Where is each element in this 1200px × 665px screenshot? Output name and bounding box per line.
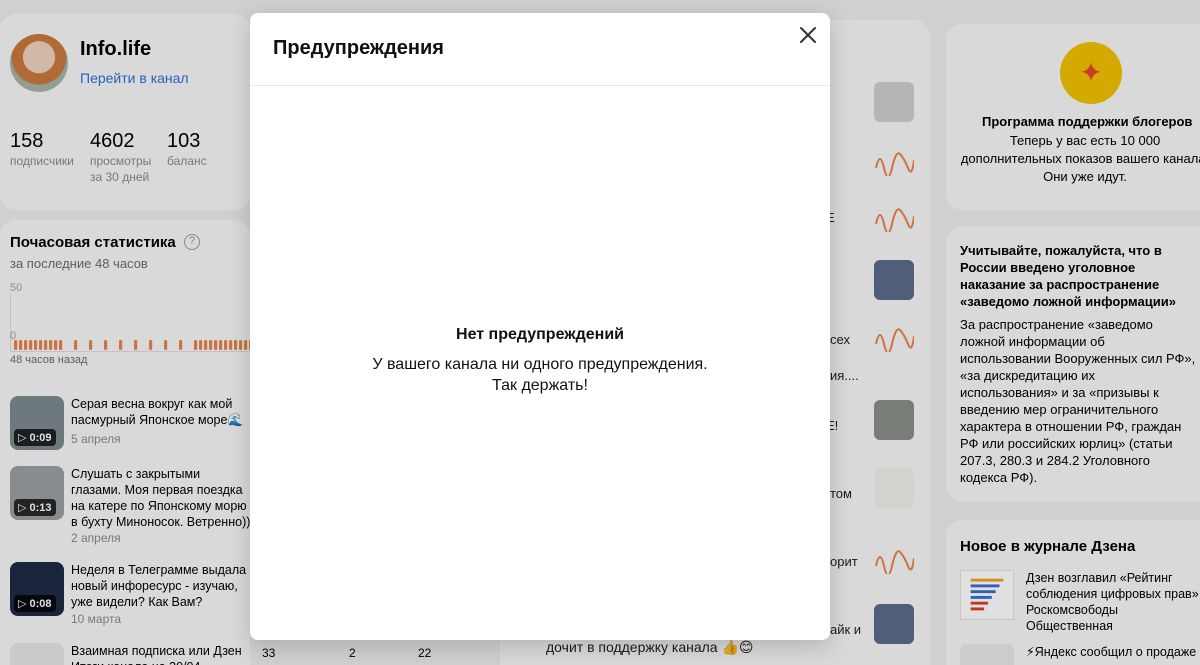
modal-divider	[250, 85, 830, 86]
warnings-modal: Предупреждения Нет предупреждений У ваше…	[250, 13, 830, 640]
empty-state-title: Нет предупреждений	[456, 326, 624, 343]
empty-state-line: Так держать!	[492, 377, 588, 394]
studio-page: Info.life Перейти в канал 158 подписчики…	[0, 0, 1200, 665]
modal-title: Предупреждения	[273, 37, 444, 59]
empty-state-line: У вашего канала ни одного предупреждения…	[372, 356, 708, 373]
empty-state-text: У вашего канала ни одного предупреждения…	[250, 354, 830, 396]
close-icon[interactable]	[796, 23, 820, 47]
